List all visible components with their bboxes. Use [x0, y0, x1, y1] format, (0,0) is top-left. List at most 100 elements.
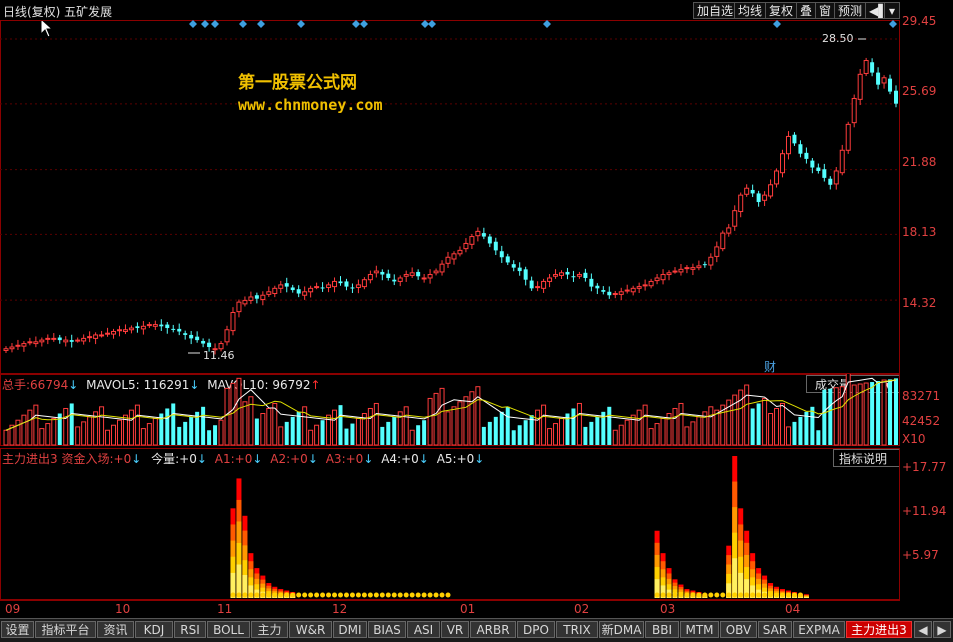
- candle-body: [684, 267, 690, 270]
- indicator-chart[interactable]: [0, 448, 900, 600]
- indicator-dot: [797, 592, 803, 598]
- volume-bar: [618, 424, 624, 446]
- candle-body: [302, 291, 308, 296]
- indicator-dot: [702, 592, 708, 598]
- candle-body: [403, 274, 409, 277]
- candle-body: [888, 78, 893, 92]
- tab-kdj[interactable]: KDJ: [135, 621, 173, 638]
- scroll-left-icon[interactable]: ◀: [914, 621, 932, 638]
- indicator-dot: [385, 592, 391, 598]
- volume-bar: [75, 426, 81, 446]
- volume-bar: [69, 403, 74, 445]
- finance-marker[interactable]: 财: [764, 358, 776, 375]
- overlay-button[interactable]: 叠: [796, 2, 817, 19]
- tab-obv[interactable]: OBV: [720, 621, 757, 638]
- tab-wr[interactable]: W&R: [289, 621, 332, 638]
- candle-body: [320, 287, 325, 289]
- volume-bar: [517, 425, 522, 445]
- volume-bar: [27, 409, 33, 446]
- volume-bar: [87, 416, 93, 446]
- volume-bar: [576, 402, 582, 446]
- price-chart[interactable]: 28.50 11.46: [0, 20, 900, 374]
- indicator-dot: [421, 592, 427, 598]
- volume-bar: [881, 379, 887, 446]
- tab-expma[interactable]: EXPMA: [793, 621, 845, 638]
- tab-rsi[interactable]: RSI: [174, 621, 206, 638]
- volume-bar: [260, 413, 266, 446]
- scroll-right-icon[interactable]: ▶: [933, 621, 951, 638]
- candle-body: [99, 334, 105, 337]
- add-watchlist-button[interactable]: 加自选: [693, 2, 738, 19]
- date-tick: 02: [574, 602, 590, 616]
- tab-news[interactable]: 资讯: [97, 621, 134, 638]
- tab-settings[interactable]: 设置: [1, 621, 34, 638]
- volume-bar: [654, 423, 660, 446]
- indicator-tick: +11.94: [902, 504, 947, 518]
- indicator-tick: +17.77: [902, 460, 947, 474]
- speaker-icon[interactable]: ◀▌: [865, 2, 887, 19]
- volume-bar: [183, 421, 188, 445]
- indicator-dot: [409, 592, 415, 598]
- volume-bar: [445, 411, 451, 446]
- candle-body: [159, 324, 164, 327]
- volume-bar: [553, 423, 559, 446]
- volume-bar: [128, 409, 134, 446]
- candle-body: [792, 134, 797, 144]
- ma-line-button[interactable]: 均线: [734, 2, 767, 19]
- tab-bias[interactable]: BIAS: [368, 621, 406, 638]
- indicator-dot: [660, 592, 666, 598]
- volume-bar: [278, 426, 284, 446]
- volume-bar: [870, 382, 875, 445]
- candle-body: [397, 277, 403, 282]
- volume-bar: [99, 406, 105, 446]
- indicator-dot: [355, 592, 361, 598]
- tab-asi[interactable]: ASI: [407, 621, 440, 638]
- candle-body: [553, 274, 559, 277]
- indicator-dot: [791, 592, 797, 598]
- tab-dmi[interactable]: DMI: [333, 621, 367, 638]
- signal-diamond-marker: [189, 20, 197, 28]
- chart-title: 日线(复权) 五矿发展: [3, 5, 113, 19]
- candle-body: [576, 274, 582, 277]
- window-button[interactable]: 窗: [815, 2, 836, 19]
- volume-bar: [660, 418, 666, 446]
- tab-trix[interactable]: TRIX: [556, 621, 598, 638]
- candle-body: [851, 97, 857, 124]
- indicator-tick: +5.97: [902, 548, 939, 562]
- candle-body: [505, 256, 510, 263]
- candle-body: [146, 324, 152, 327]
- indicator-dot: [278, 592, 284, 598]
- indicator-dot: [439, 592, 445, 598]
- tab-mtm[interactable]: MTM: [680, 621, 719, 638]
- volume-bar: [284, 421, 289, 445]
- volume-bar: [678, 402, 684, 446]
- candle-body: [15, 344, 21, 347]
- tab-indicator-platform[interactable]: 指标平台: [35, 621, 96, 638]
- tab-arbr[interactable]: ARBR: [470, 621, 516, 638]
- tab-boll[interactable]: BOLL: [207, 621, 250, 638]
- tab-main-force[interactable]: 主力: [251, 621, 288, 638]
- candle-body: [260, 294, 266, 301]
- chevron-down-icon[interactable]: ▾: [884, 2, 900, 19]
- candle-body: [881, 77, 887, 84]
- tab-sar[interactable]: SAR: [758, 621, 792, 638]
- candle-body: [69, 340, 74, 342]
- candle-body: [463, 242, 469, 250]
- volume-bar: [833, 387, 839, 446]
- tab-new-dma[interactable]: 新DMA: [599, 621, 644, 638]
- tab-main-flow-3[interactable]: 主力进出3: [846, 621, 912, 638]
- candle-body: [207, 342, 212, 348]
- candle-body: [135, 326, 140, 329]
- tab-dpo[interactable]: DPO: [517, 621, 555, 638]
- candle-body: [39, 339, 45, 343]
- volume-chart[interactable]: [0, 374, 900, 446]
- volume-bar: [338, 405, 343, 445]
- candle-body: [666, 272, 672, 276]
- restore-rights-button[interactable]: 复权: [765, 2, 798, 19]
- forecast-button[interactable]: 预测: [834, 2, 867, 19]
- indicator-dot: [391, 592, 397, 598]
- tab-vr[interactable]: VR: [441, 621, 469, 638]
- tab-bbi[interactable]: BBI: [645, 621, 679, 638]
- candle-body: [744, 187, 750, 195]
- candle-body: [785, 135, 791, 155]
